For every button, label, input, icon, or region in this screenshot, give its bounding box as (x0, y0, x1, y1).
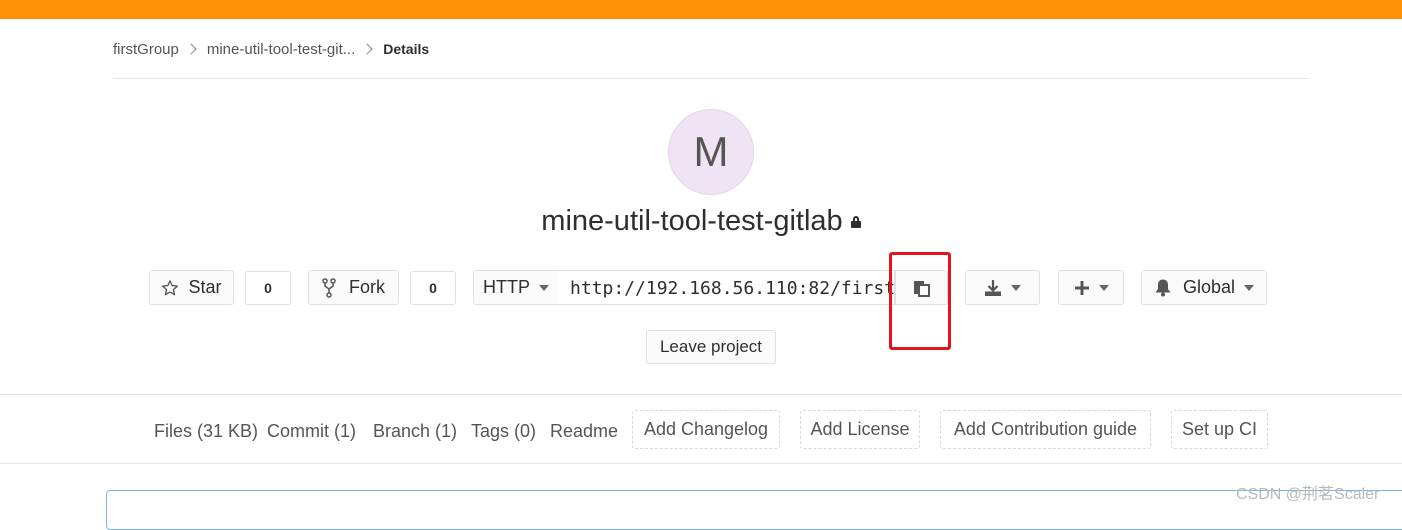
caret-down-icon (1244, 284, 1255, 291)
leave-project-button[interactable]: Leave project (646, 330, 776, 364)
add-contribution-guide-button[interactable]: Add Contribution guide (940, 410, 1151, 449)
caret-down-icon (1011, 284, 1021, 291)
bell-icon (1155, 279, 1171, 297)
setup-ci-button[interactable]: Set up CI (1171, 410, 1268, 449)
fork-button[interactable]: Fork (308, 270, 399, 305)
clone-url-input[interactable]: http://192.168.56.110:82/firstGroup/mine… (558, 270, 895, 305)
project-title: mine-util-tool-test-gitlab (0, 205, 1402, 238)
nav-tags-link[interactable]: Tags (0) (471, 421, 536, 442)
download-icon (985, 279, 1001, 296)
notification-dropdown[interactable]: Global (1141, 270, 1267, 305)
watermark: CSDN @荆茗Scaler (1236, 486, 1380, 503)
content-panel (106, 490, 1402, 530)
download-dropdown[interactable] (965, 270, 1040, 305)
star-icon (162, 279, 179, 295)
plus-icon (1074, 280, 1089, 295)
chevron-right-icon (185, 43, 197, 55)
protocol-label: HTTP (483, 277, 530, 297)
avatar-letter: M (693, 128, 729, 175)
nav-files-link[interactable]: Files (31 KB) (154, 421, 258, 442)
top-header-bar (0, 0, 1402, 19)
add-changelog-button[interactable]: Add Changelog (632, 410, 780, 449)
notification-label: Global (1182, 277, 1236, 297)
nav-commit-link[interactable]: Commit (1) (267, 421, 356, 442)
project-name: mine-util-tool-test-gitlab (541, 205, 843, 237)
star-button[interactable]: Star (149, 270, 234, 305)
divider (0, 463, 1402, 464)
divider (113, 78, 1310, 79)
protocol-dropdown[interactable]: HTTP (473, 270, 559, 305)
caret-down-icon (1098, 284, 1109, 291)
add-license-button[interactable]: Add License (800, 410, 920, 449)
chevron-right-icon (361, 43, 373, 55)
caret-down-icon (539, 284, 549, 291)
fork-icon (322, 277, 336, 298)
breadcrumb: firstGroup mine-util-tool-test-git... De… (113, 39, 429, 59)
lock-icon (850, 216, 861, 229)
nav-readme-link[interactable]: Readme (550, 421, 618, 442)
breadcrumb-current[interactable]: Details (383, 41, 429, 57)
nav-branch-link[interactable]: Branch (1) (373, 421, 457, 442)
fork-label: Fork (349, 277, 385, 297)
divider (0, 394, 1402, 395)
project-avatar: M (668, 109, 754, 195)
star-label: Star (188, 277, 222, 297)
star-count[interactable]: 0 (245, 271, 291, 305)
fork-count[interactable]: 0 (410, 271, 456, 305)
add-dropdown[interactable] (1058, 270, 1124, 305)
breadcrumb-project-link[interactable]: mine-util-tool-test-git... (207, 41, 355, 58)
breadcrumb-group-link[interactable]: firstGroup (113, 41, 179, 58)
highlight-box (889, 252, 951, 350)
